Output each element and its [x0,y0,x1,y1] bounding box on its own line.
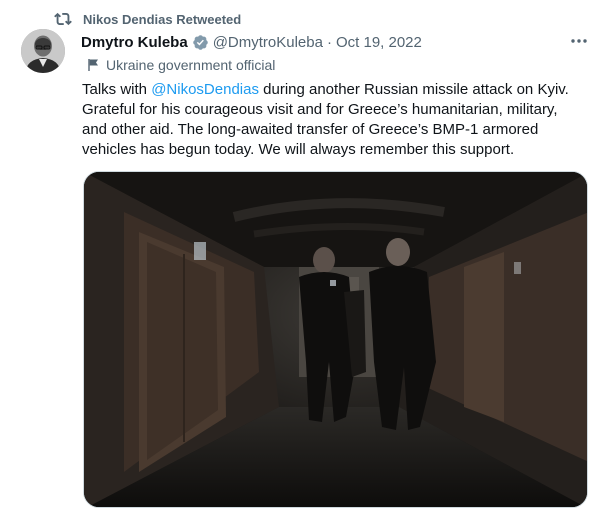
tweet-text-line-1: Talks with @NikosDendias during another … [82,80,587,100]
retweet-icon [54,10,72,28]
tweet-text-line-4: vehicles has begun today. We will always… [82,141,515,158]
affiliation-label[interactable]: Ukraine government official [87,56,275,74]
tweet-text-line-2: Grateful for his courageous visit and fo… [82,101,558,118]
flag-icon [87,58,100,72]
retweet-label[interactable]: Nikos Dendias Retweeted [83,12,241,27]
author-name[interactable]: Dmytro Kuleba [81,34,188,51]
tweet-date[interactable]: Oct 19, 2022 [336,34,422,51]
separator-dot: · [326,33,332,51]
avatar[interactable] [21,29,65,73]
retweet-indicator[interactable]: Nikos Dendias Retweeted [54,10,241,28]
tweet-photo[interactable] [83,171,588,508]
tweet-text: Talks with @NikosDendias during another … [82,80,587,160]
tweet-header: Dmytro Kuleba @DmytroKuleba · Oct 19, 20… [81,31,422,53]
tweet-text-line-3: and other aid. The long-awaited transfer… [82,121,539,138]
affiliation-text: Ukraine government official [106,57,276,73]
verified-badge-icon [192,34,209,51]
tweet[interactable]: Nikos Dendias Retweeted Dmytro Kuleba @D… [0,0,616,524]
author-handle[interactable]: @DmytroKuleba [213,34,323,51]
tweet-text-segment: Talks with [82,81,152,98]
tweet-text-segment: during another Russian missile attack on… [258,81,569,98]
more-icon[interactable] [568,33,590,49]
mention-link[interactable]: @NikosDendias [151,81,259,98]
